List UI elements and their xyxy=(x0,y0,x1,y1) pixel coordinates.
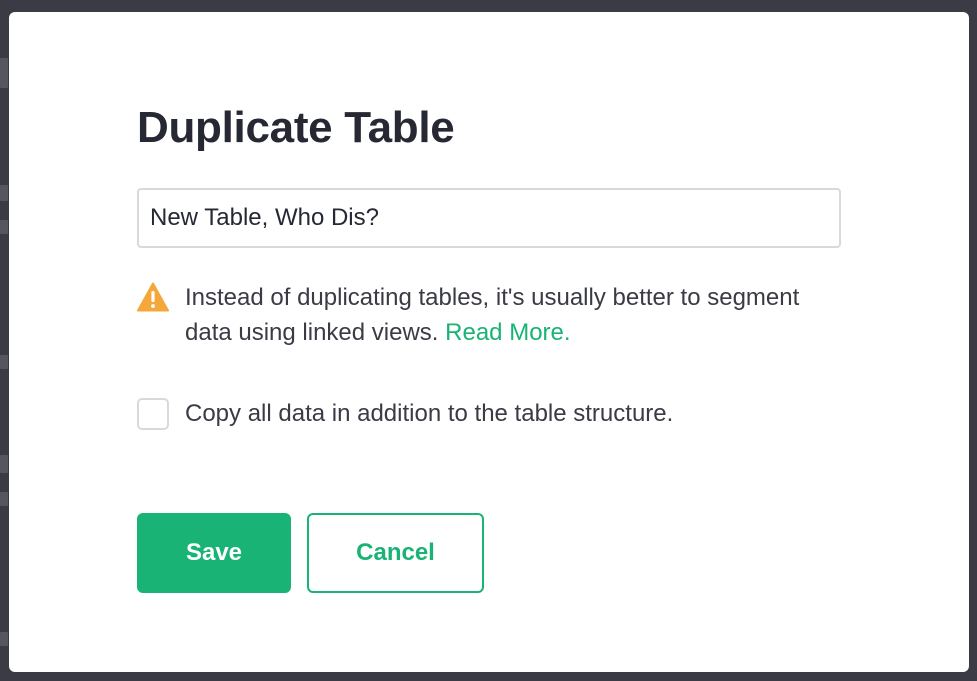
duplicate-warning: Instead of duplicating tables, it's usua… xyxy=(137,280,817,350)
background-page-fragment xyxy=(0,58,8,88)
warning-message: Instead of duplicating tables, it's usua… xyxy=(185,280,817,350)
background-page-fragment xyxy=(0,185,8,201)
background-page-fragment xyxy=(0,492,8,506)
cancel-button[interactable]: Cancel xyxy=(307,513,484,593)
copy-data-label[interactable]: Copy all data in addition to the table s… xyxy=(185,398,673,430)
read-more-link[interactable]: Read More. xyxy=(445,319,570,346)
background-page-fragment xyxy=(0,455,8,473)
background-page-fragment xyxy=(0,632,8,646)
dialog-title: Duplicate Table xyxy=(137,103,455,152)
table-name-input[interactable] xyxy=(137,188,841,248)
background-page-fragment xyxy=(0,355,8,369)
duplicate-table-dialog: Duplicate Table Instead of duplicating t… xyxy=(9,12,969,672)
copy-data-option[interactable]: Copy all data in addition to the table s… xyxy=(137,398,673,430)
background-page-fragment xyxy=(0,220,8,234)
warning-triangle-icon xyxy=(137,282,169,312)
copy-data-checkbox[interactable] xyxy=(137,398,169,430)
save-button[interactable]: Save xyxy=(137,513,291,593)
